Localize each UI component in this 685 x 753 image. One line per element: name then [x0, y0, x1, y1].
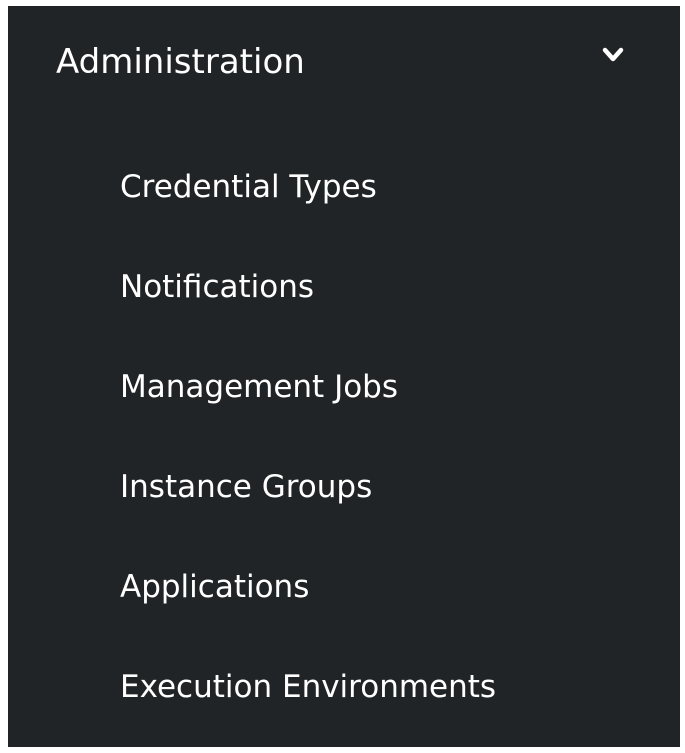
administration-group-toggle[interactable]: Administration: [8, 6, 680, 118]
chevron-down-icon: [602, 47, 624, 62]
nav-item-execution-environments[interactable]: Execution Environments: [8, 638, 680, 738]
administration-group-title: Administration: [56, 42, 305, 82]
nav-item-label: Execution Environments: [120, 669, 497, 705]
nav-item-label: Notifications: [120, 269, 315, 305]
nav-item-management-jobs[interactable]: Management Jobs: [8, 338, 680, 438]
nav-item-notifications[interactable]: Notifications: [8, 238, 680, 338]
nav-item-label: Management Jobs: [120, 369, 399, 405]
nav-item-label: Instance Groups: [120, 469, 373, 505]
nav-item-credential-types[interactable]: Credential Types: [8, 138, 680, 238]
nav-item-instance-groups[interactable]: Instance Groups: [8, 438, 680, 538]
administration-submenu: Credential Types Notifications Managemen…: [8, 138, 680, 738]
nav-item-label: Credential Types: [120, 169, 377, 205]
nav-item-label: Applications: [120, 569, 310, 605]
sidebar-nav: Administration Credential Types Notifica…: [8, 6, 680, 747]
nav-item-applications[interactable]: Applications: [8, 538, 680, 638]
